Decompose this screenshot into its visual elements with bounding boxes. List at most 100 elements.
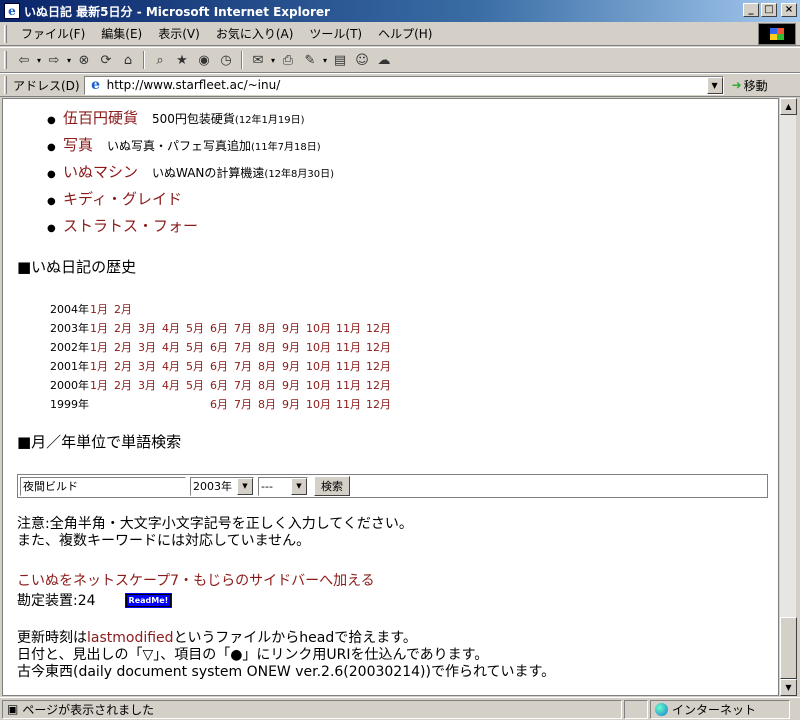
month-link[interactable]: 4月: [162, 320, 186, 336]
month-link[interactable]: 8月: [258, 339, 282, 355]
month-link[interactable]: 10月: [306, 377, 336, 393]
month-select[interactable]: --- ▼: [258, 476, 308, 496]
month-link[interactable]: 11月: [336, 396, 366, 412]
month-link[interactable]: 11月: [336, 320, 366, 336]
month-link[interactable]: 10月: [306, 396, 336, 412]
month-link[interactable]: 11月: [336, 339, 366, 355]
month-link[interactable]: 12月: [366, 320, 396, 336]
menu-grip[interactable]: [4, 24, 7, 43]
mail-dropdown-icon[interactable]: ▾: [269, 56, 277, 65]
month-link[interactable]: 3月: [138, 339, 162, 355]
favorites-icon[interactable]: ★: [171, 50, 193, 70]
history-icon[interactable]: ◷: [215, 50, 237, 70]
scroll-down-icon[interactable]: ▼: [780, 679, 797, 696]
month-link[interactable]: 7月: [234, 396, 258, 412]
toolbar-grip[interactable]: [4, 51, 7, 69]
month-link[interactable]: 1月: [90, 339, 114, 355]
maximize-button[interactable]: □: [761, 3, 777, 17]
month-link[interactable]: 5月: [186, 358, 210, 374]
month-link[interactable]: 1月: [90, 358, 114, 374]
month-link[interactable]: 12月: [366, 339, 396, 355]
month-link[interactable]: 6月: [210, 320, 234, 336]
month-link[interactable]: 8月: [258, 396, 282, 412]
month-link[interactable]: 9月: [282, 377, 306, 393]
chevron-down-icon[interactable]: ▼: [291, 477, 307, 495]
address-url[interactable]: http://www.starfleet.ac/~inu/: [107, 78, 281, 92]
close-button[interactable]: ×: [781, 3, 797, 17]
chevron-down-icon[interactable]: ▼: [237, 477, 253, 495]
scroll-thumb[interactable]: [780, 617, 797, 679]
month-link[interactable]: 6月: [210, 339, 234, 355]
month-link[interactable]: 2月: [114, 320, 138, 336]
link-item[interactable]: いぬマシン: [63, 161, 138, 182]
address-grip[interactable]: [4, 76, 7, 94]
ie-app-icon[interactable]: e: [4, 3, 20, 19]
edit-icon[interactable]: ✎: [299, 50, 321, 70]
address-dropdown-icon[interactable]: ▼: [706, 76, 723, 94]
month-link[interactable]: 7月: [234, 320, 258, 336]
forward-icon[interactable]: ⇨: [43, 50, 65, 70]
month-link[interactable]: 2月: [114, 358, 138, 374]
year-select[interactable]: 2003年 ▼: [190, 476, 254, 496]
keyword-input[interactable]: [20, 476, 186, 496]
month-link[interactable]: 5月: [186, 377, 210, 393]
month-link[interactable]: 9月: [282, 396, 306, 412]
month-link[interactable]: 9月: [282, 358, 306, 374]
media-icon[interactable]: ◉: [193, 50, 215, 70]
month-link[interactable]: 7月: [234, 377, 258, 393]
month-link[interactable]: 12月: [366, 358, 396, 374]
link-item[interactable]: キディ・グレイド: [63, 188, 182, 209]
month-link[interactable]: 7月: [234, 339, 258, 355]
month-link[interactable]: 12月: [366, 396, 396, 412]
menu-view[interactable]: 表示(V): [150, 23, 208, 44]
stop-icon[interactable]: ⊗: [73, 50, 95, 70]
add-sidebar-link[interactable]: こいぬをネットスケープ7・もじらのサイドバーへ加える: [17, 570, 778, 590]
menu-favorites[interactable]: お気に入り(A): [208, 23, 302, 44]
vertical-scrollbar[interactable]: ▲ ▼: [779, 98, 797, 696]
month-link[interactable]: 6月: [210, 377, 234, 393]
link-item[interactable]: 写真: [63, 134, 93, 155]
month-link[interactable]: 10月: [306, 358, 336, 374]
month-link[interactable]: 5月: [186, 320, 210, 336]
month-link[interactable]: 9月: [282, 339, 306, 355]
discuss-icon[interactable]: ▤: [329, 50, 351, 70]
go-button[interactable]: ➜ 移動: [732, 77, 768, 94]
search-button[interactable]: 検索: [314, 476, 350, 496]
month-link[interactable]: 2月: [114, 339, 138, 355]
month-link[interactable]: 3月: [138, 358, 162, 374]
minimize-button[interactable]: _: [743, 3, 759, 17]
readme-badge[interactable]: ReadMe!: [124, 592, 173, 608]
lastmodified-link[interactable]: lastmodified: [87, 630, 174, 646]
month-link[interactable]: 3月: [138, 320, 162, 336]
month-link[interactable]: 10月: [306, 339, 336, 355]
edit-dropdown-icon[interactable]: ▾: [321, 56, 329, 65]
month-link[interactable]: 8月: [258, 320, 282, 336]
menu-help[interactable]: ヘルプ(H): [370, 23, 440, 44]
month-link[interactable]: 9月: [282, 320, 306, 336]
month-link[interactable]: 4月: [162, 377, 186, 393]
month-link[interactable]: 11月: [336, 358, 366, 374]
related-icon[interactable]: ☁: [373, 50, 395, 70]
back-icon[interactable]: ⇦: [13, 50, 35, 70]
month-link[interactable]: 1月: [90, 377, 114, 393]
back-dropdown-icon[interactable]: ▾: [35, 56, 43, 65]
month-link[interactable]: 10月: [306, 320, 336, 336]
month-link[interactable]: 11月: [336, 377, 366, 393]
menu-edit[interactable]: 編集(E): [93, 23, 150, 44]
month-link[interactable]: 2月: [114, 377, 138, 393]
month-link[interactable]: 7月: [234, 358, 258, 374]
month-link[interactable]: 2月: [114, 301, 138, 317]
month-link[interactable]: 8月: [258, 377, 282, 393]
month-link[interactable]: 4月: [162, 358, 186, 374]
home-icon[interactable]: ⌂: [117, 50, 139, 70]
scroll-up-icon[interactable]: ▲: [780, 98, 797, 115]
month-link[interactable]: 4月: [162, 339, 186, 355]
search-icon[interactable]: ⌕: [149, 50, 171, 70]
month-link[interactable]: 1月: [90, 301, 114, 317]
month-link[interactable]: 6月: [210, 358, 234, 374]
link-item[interactable]: 伍百円硬貨: [63, 107, 138, 128]
address-input[interactable]: e http://www.starfleet.ac/~inu/ ▼: [83, 75, 724, 95]
mail-icon[interactable]: ✉: [247, 50, 269, 70]
print-icon[interactable]: ⎙: [277, 50, 299, 70]
month-link[interactable]: 1月: [90, 320, 114, 336]
